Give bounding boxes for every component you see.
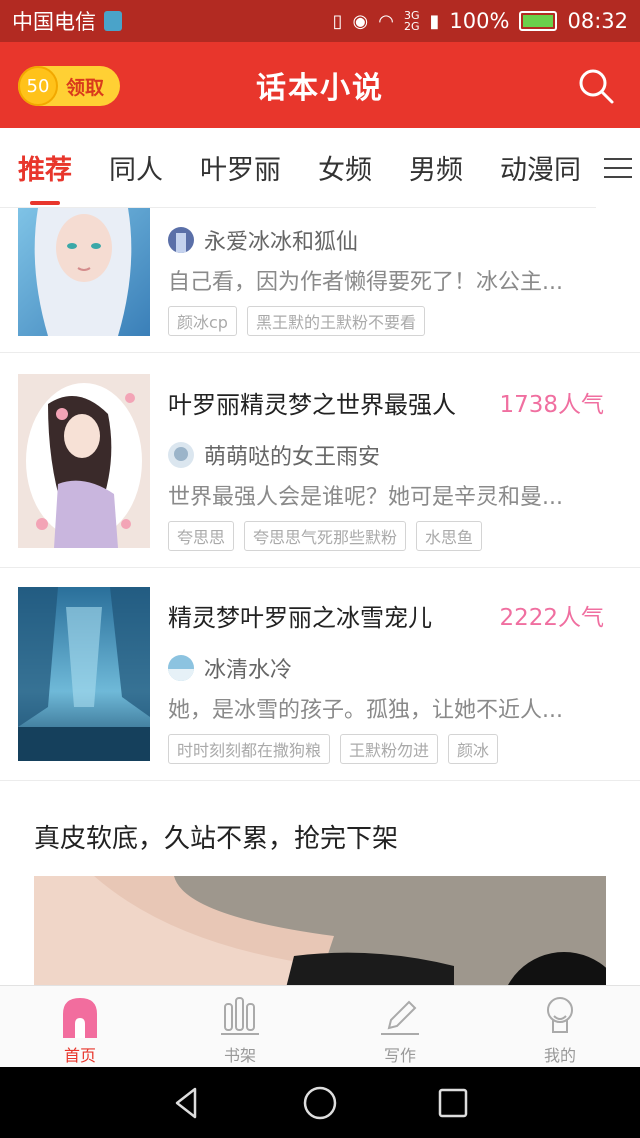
book-summary: 她，是冰雪的孩子。孤独，让她不近人... xyxy=(168,698,563,723)
app-header: 50 领取 话本小说 xyxy=(0,42,640,128)
shield-icon xyxy=(104,11,122,31)
book-cover xyxy=(18,208,150,336)
bottom-nav: 首页 书架 写作 我的 xyxy=(0,985,640,1067)
claim-coins-button[interactable]: 50 领取 xyxy=(18,66,120,106)
search-icon[interactable] xyxy=(576,66,616,106)
tag-list: 夸思思 夸思思气死那些默粉 水思鱼 xyxy=(168,521,483,551)
book-card[interactable]: 叶罗丽精灵梦之世界最强人 1738人气 萌萌哒的女王雨安 世界最强人会是谁呢？她… xyxy=(0,355,640,568)
battery-icon xyxy=(519,11,558,31)
ad-title: 真皮软底，久站不累，抢完下架 xyxy=(34,824,399,854)
book-tag[interactable]: 夸思思气死那些默粉 xyxy=(244,521,407,551)
tag-list: 时时刻刻都在撒狗粮 王默粉勿进 颜冰 xyxy=(168,734,499,764)
nav-home-label: 首页 xyxy=(63,1046,96,1065)
author-row: 萌萌哒的女王雨安 xyxy=(168,439,380,471)
author-name: 永爱冰冰和狐仙 xyxy=(204,230,359,255)
tab-fanfic[interactable]: 同人 xyxy=(109,148,163,187)
nav-profile-label: 我的 xyxy=(543,1046,576,1065)
signal-icon: ▮ xyxy=(429,10,440,32)
network-labels: 3G 2G xyxy=(404,10,420,32)
book-tag[interactable]: 王默粉勿进 xyxy=(340,734,439,764)
author-avatar xyxy=(168,442,194,468)
coin-icon: 50 xyxy=(18,66,58,106)
vibrate-icon: ▯ xyxy=(332,10,343,32)
book-feed: 永爱冰冰和狐仙 自己看，因为作者懒得要死了！冰公主... 颜冰cp 黑王默的王默… xyxy=(0,208,640,985)
popularity-count: 2222人气 xyxy=(499,605,604,631)
ad-image xyxy=(34,876,606,985)
book-summary: 自己看，因为作者懒得要死了！冰公主... xyxy=(168,270,563,295)
bookshelf-icon xyxy=(221,997,259,1035)
author-name: 萌萌哒的女王雨安 xyxy=(204,445,381,470)
book-tag[interactable]: 时时刻刻都在撒狗粮 xyxy=(168,734,331,764)
book-card[interactable]: 永爱冰冰和狐仙 自己看，因为作者懒得要死了！冰公主... 颜冰cp 黑王默的王默… xyxy=(0,208,640,353)
eye-icon: ◉ xyxy=(352,10,369,32)
carrier-name: 中国电信 xyxy=(12,10,96,34)
nav-write-label: 写作 xyxy=(383,1046,416,1065)
tab-yeluoli[interactable]: 叶罗丽 xyxy=(200,148,281,187)
book-tag[interactable]: 夸思思 xyxy=(168,521,235,551)
system-nav-bar xyxy=(0,1067,640,1138)
book-tag[interactable]: 颜冰cp xyxy=(168,306,237,336)
back-icon[interactable] xyxy=(169,1085,205,1121)
category-tabs: 推荐 同人 叶罗丽 女频 男频 动漫同 xyxy=(0,128,640,208)
app-screen: 中国电信 ▯ ◉ ◠ 3G 2G ▮ 100% 08:32 50 领取 话本小说 xyxy=(0,0,640,1138)
carrier-group: 中国电信 xyxy=(12,6,122,36)
tab-anime-fanfic[interactable]: 动漫同 xyxy=(500,148,581,187)
book-cover xyxy=(18,587,150,761)
book-tag[interactable]: 颜冰 xyxy=(448,734,499,764)
tabs-menu-icon[interactable] xyxy=(596,128,640,208)
book-title: 精灵梦叶罗丽之冰雪宠儿 xyxy=(168,604,432,632)
status-right: ▯ ◉ ◠ 3G 2G ▮ 100% 08:32 xyxy=(333,9,628,33)
book-title: 叶罗丽精灵梦之世界最强人 xyxy=(168,391,456,419)
author-name: 冰清水冷 xyxy=(204,658,293,683)
author-row: 永爱冰冰和狐仙 xyxy=(168,224,358,256)
nav-bookshelf[interactable]: 书架 xyxy=(160,986,320,1067)
page-title: 话本小说 xyxy=(256,71,384,106)
recent-apps-icon[interactable] xyxy=(435,1085,471,1121)
claim-label: 领取 xyxy=(66,76,105,99)
tab-male[interactable]: 男频 xyxy=(409,148,463,187)
profile-icon xyxy=(547,997,573,1033)
author-avatar xyxy=(168,655,194,681)
tag-list: 颜冰cp 黑王默的王默粉不要看 xyxy=(168,306,425,336)
pencil-icon xyxy=(381,1000,419,1035)
status-bar: 中国电信 ▯ ◉ ◠ 3G 2G ▮ 100% 08:32 xyxy=(0,0,640,42)
nav-home[interactable]: 首页 xyxy=(0,986,160,1067)
book-card[interactable]: 精灵梦叶罗丽之冰雪宠儿 2222人气 冰清水冷 她，是冰雪的孩子。孤独，让她不近… xyxy=(0,568,640,781)
home-icon xyxy=(63,998,97,1038)
nav-bookshelf-label: 书架 xyxy=(223,1046,256,1065)
book-tag[interactable]: 水思鱼 xyxy=(416,521,483,551)
battery-percent: 100% xyxy=(449,9,510,33)
home-circle-icon[interactable] xyxy=(302,1085,338,1121)
tab-female[interactable]: 女频 xyxy=(318,148,372,187)
nav-profile[interactable]: 我的 xyxy=(480,986,640,1067)
coin-count: 50 xyxy=(26,75,50,97)
book-cover xyxy=(18,374,150,548)
nav-write[interactable]: 写作 xyxy=(320,986,480,1067)
author-avatar xyxy=(168,227,194,253)
clock: 08:32 xyxy=(567,9,628,33)
author-row: 冰清水冷 xyxy=(168,652,292,684)
book-tag[interactable]: 黑王默的王默粉不要看 xyxy=(246,306,425,336)
network-2g-label: 2G xyxy=(403,20,420,33)
wifi-icon: ◠ xyxy=(378,10,394,32)
popularity-count: 1738人气 xyxy=(499,392,604,418)
tab-recommend[interactable]: 推荐 xyxy=(18,148,72,205)
ad-card[interactable]: 真皮软底，久站不累，抢完下架 xyxy=(0,780,640,985)
book-summary: 世界最强人会是谁呢？她可是辛灵和曼... xyxy=(168,485,563,510)
